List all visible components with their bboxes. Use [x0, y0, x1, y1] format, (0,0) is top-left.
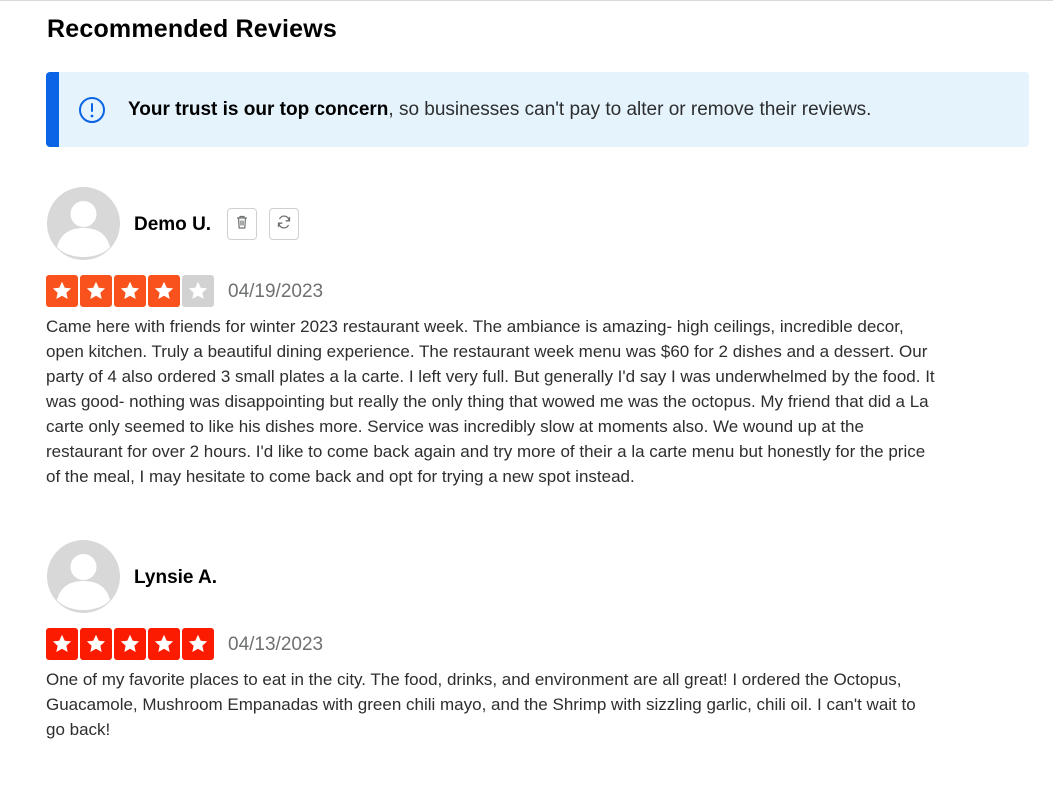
reviewer-name[interactable]: Lynsie A.	[134, 567, 217, 589]
star-icon	[148, 628, 180, 660]
star-icon	[80, 275, 112, 307]
review-text: Came here with friends for winter 2023 r…	[46, 317, 935, 486]
star-icon	[46, 275, 78, 307]
star-icon	[114, 275, 146, 307]
star-icon	[46, 628, 78, 660]
star-rating	[46, 275, 214, 307]
refresh-button[interactable]	[269, 208, 299, 240]
star-icon	[148, 275, 180, 307]
review-date: 04/13/2023	[228, 634, 324, 655]
avatar[interactable]	[47, 540, 120, 613]
notice-text: Your trust is our top concern, so busine…	[128, 99, 871, 121]
notice-bold-text: Your trust is our top concern	[128, 99, 389, 120]
section-title: Recommended Reviews	[47, 15, 338, 43]
star-icon	[114, 628, 146, 660]
star-icon	[182, 275, 214, 307]
delete-button[interactable]	[227, 208, 257, 240]
review-date: 04/19/2023	[228, 281, 324, 302]
reviewer-name[interactable]: Demo U.	[134, 214, 211, 236]
star-rating	[46, 628, 214, 660]
avatar[interactable]	[47, 187, 120, 260]
refresh-icon	[276, 214, 292, 235]
star-icon	[182, 628, 214, 660]
trust-notice: Your trust is our top concern, so busine…	[46, 72, 1029, 147]
review-text: One of my favorite places to eat in the …	[46, 670, 916, 739]
info-circle-icon	[78, 96, 106, 124]
star-icon	[80, 628, 112, 660]
notice-rest-text: , so businesses can't pay to alter or re…	[388, 99, 872, 120]
notice-accent-bar	[46, 72, 59, 147]
trash-icon	[234, 214, 250, 235]
